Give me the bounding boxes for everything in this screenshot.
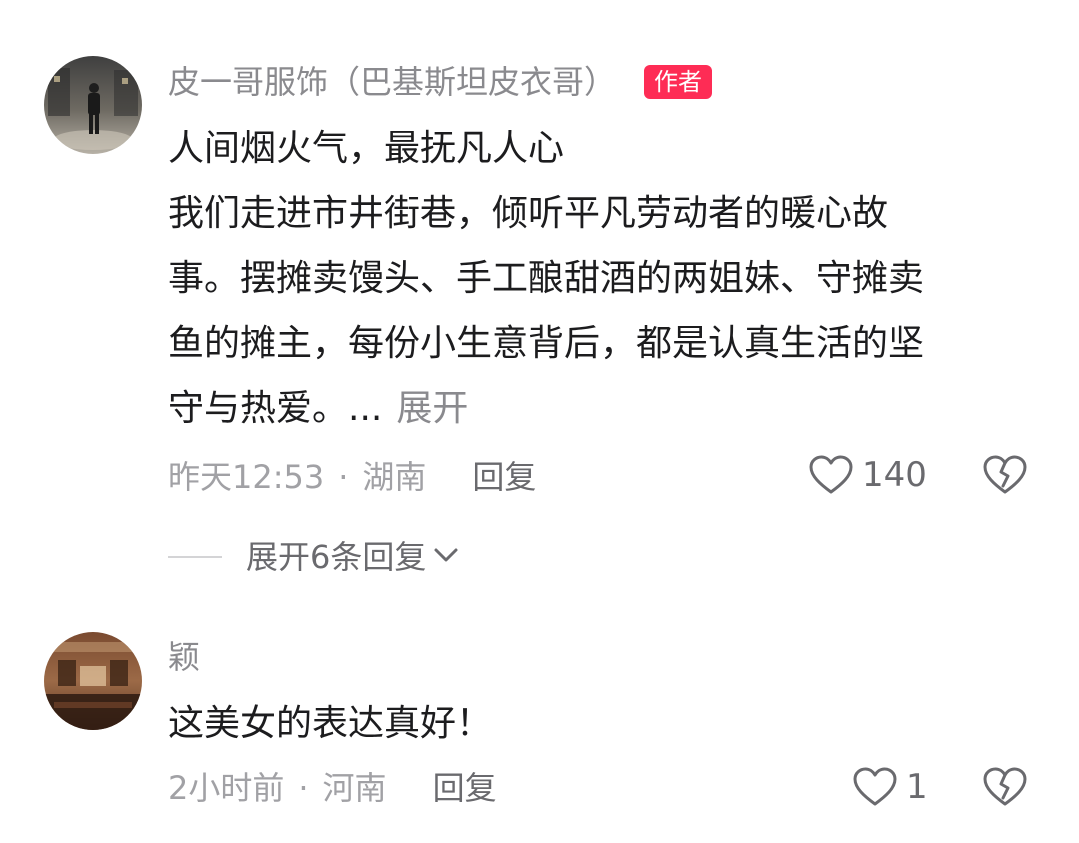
meta-separator: ·	[298, 769, 309, 807]
comment-text: 这美女的表达真好！	[168, 691, 1048, 756]
reply-button[interactable]: 回复	[433, 768, 497, 808]
comment-time: 2小时前	[168, 769, 285, 807]
like-button[interactable]: 1	[852, 766, 928, 808]
expand-text-link[interactable]: 展开	[396, 388, 468, 429]
author-row: 皮一哥服饰（巴基斯坦皮衣哥） 作者	[168, 62, 713, 102]
comment-text-line: 这美女的表达真好！	[168, 703, 493, 744]
comment-item: 颖 这美女的表达真好！ 2小时前 · 河南 回复 1	[0, 600, 1079, 843]
expand-replies-label: 展开6条回复	[246, 538, 427, 576]
avatar[interactable]	[44, 56, 142, 154]
reply-button[interactable]: 回复	[472, 457, 536, 497]
avatar-image	[44, 632, 142, 730]
heart-outline-icon	[852, 766, 898, 808]
like-count: 1	[906, 767, 928, 807]
meta-separator: ·	[338, 458, 349, 496]
broken-heart-icon	[982, 766, 1028, 808]
comment-text-line: 人间烟火气，最抚凡人心	[168, 128, 565, 169]
dislike-button[interactable]	[982, 454, 1028, 500]
expand-divider	[168, 556, 222, 558]
comment-text-line: 鱼的摊主，每份小生意背后，都是认真生活的坚	[168, 323, 925, 364]
author-name[interactable]: 颖	[168, 637, 200, 677]
comment-time: 昨天12:53	[168, 458, 325, 496]
comment-text-line: 事。摆摊卖馒头、手工酿甜酒的两姐妹、守摊卖	[168, 258, 925, 299]
author-name[interactable]: 皮一哥服饰（巴基斯坦皮衣哥）	[168, 62, 616, 102]
chevron-down-icon	[432, 545, 460, 569]
comment-text: 人间烟火气，最抚凡人心 我们走进市井街巷，倾听平凡劳动者的暖心故 事。摆摊卖馒头…	[168, 116, 1048, 441]
comment-text-fragment: 守与热爱。...	[168, 388, 383, 429]
comment-location: 河南	[322, 769, 387, 807]
broken-heart-icon	[982, 454, 1028, 496]
avatar-image	[44, 56, 142, 154]
comment-meta: 2小时前 · 河南 回复	[168, 768, 497, 808]
like-count: 140	[862, 455, 927, 495]
comment-location: 湖南	[362, 458, 427, 496]
expand-replies-button[interactable]: 展开6条回复	[168, 537, 460, 577]
comment-item: 皮一哥服饰（巴基斯坦皮衣哥） 作者 人间烟火气，最抚凡人心 我们走进市井街巷，倾…	[0, 0, 1079, 600]
comment-text-line: 我们走进市井街巷，倾听平凡劳动者的暖心故	[168, 193, 889, 234]
author-badge: 作者	[644, 65, 713, 99]
dislike-button[interactable]	[982, 766, 1028, 812]
comment-text-line-last: 守与热爱。... 展开	[168, 376, 1048, 441]
avatar[interactable]	[44, 632, 142, 730]
author-row: 颖	[168, 637, 200, 677]
comment-meta: 昨天12:53 · 湖南 回复	[168, 457, 536, 497]
heart-outline-icon	[808, 454, 854, 496]
like-button[interactable]: 140	[808, 454, 927, 496]
